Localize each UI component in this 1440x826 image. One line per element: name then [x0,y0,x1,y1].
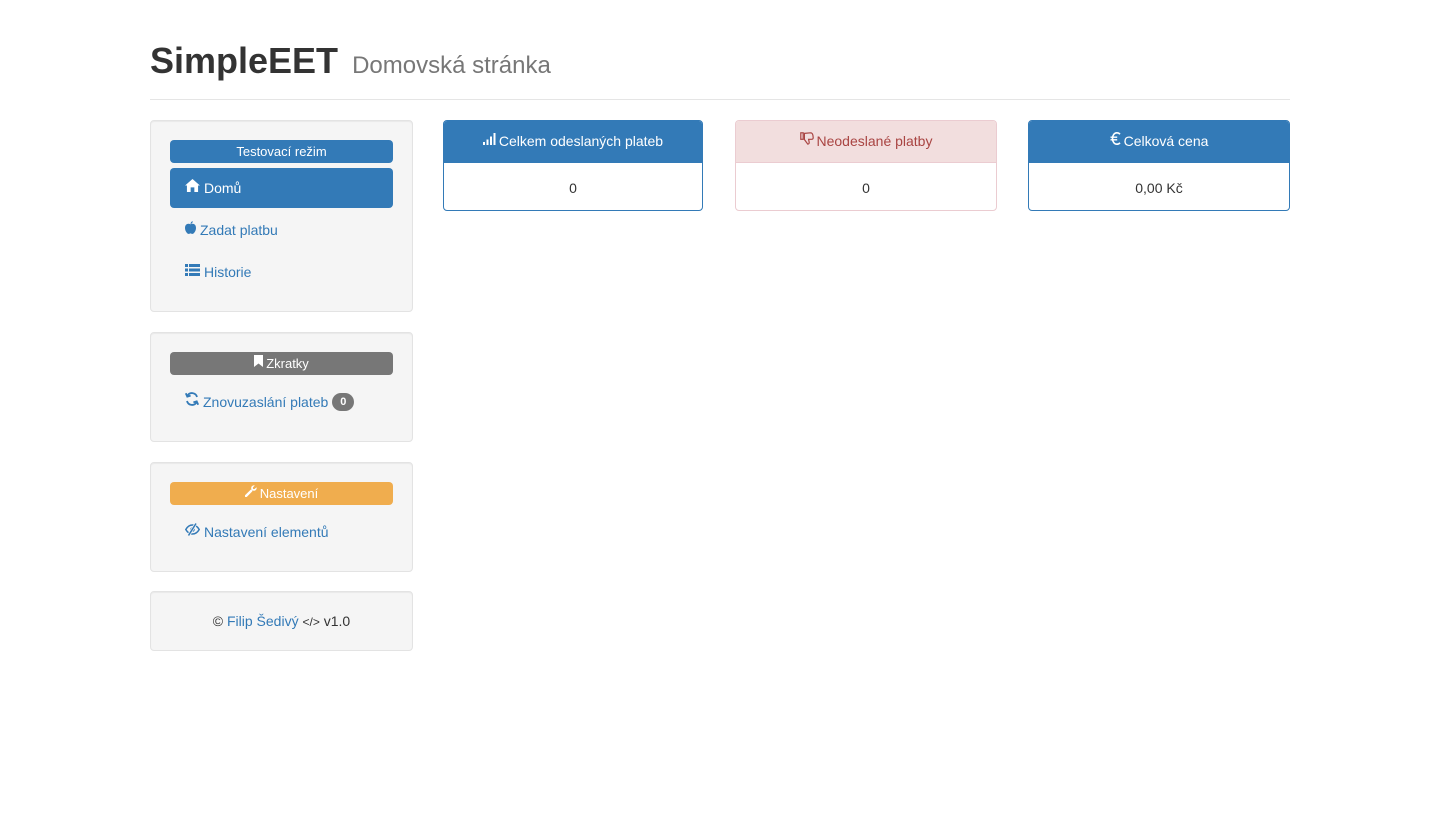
bookmark-icon [254,351,264,374]
nav-item-resend-payments[interactable]: Znovuzaslání plateb 0 [170,382,393,422]
nav-item-element-settings[interactable]: Nastavení elementů [170,512,393,552]
version-text: v1.0 [323,613,351,629]
shortcuts-label: Zkratky [170,352,393,375]
eye-slash-icon [184,511,201,551]
stat-value: 0,00 Kč [1135,180,1183,196]
thumbs-down-icon [799,121,814,161]
nav-panel: Testovací režim Domů Zadat platbu Histor… [150,120,413,312]
stat-panel-heading: Celková cena [1029,121,1289,163]
author-link[interactable]: Filip Šedivý [227,613,299,629]
shortcuts-label-text: Zkratky [266,356,309,371]
nav-item-add-payment-label: Zadat platbu [200,222,278,238]
refresh-icon [184,381,200,421]
list-icon [185,251,200,291]
app-title: SimpleEET [150,40,339,81]
stat-panel-sent-payments: Celkem odeslaných plateb 0 [443,120,703,211]
settings-panel: Nastavení Nastavení elementů [150,462,413,572]
nav-item-resend-label: Znovuzaslání plateb [203,394,329,410]
nav-item-add-payment[interactable]: Zadat platbu [170,210,393,250]
stat-panel-heading: Celkem odeslaných plateb [444,121,702,163]
code-icon: </> [302,615,320,629]
stat-panel-heading: Neodeslané platby [736,121,996,163]
stat-title: Celková cena [1123,133,1209,149]
nav-item-history[interactable]: Historie [170,252,393,292]
stat-panel-unsent-payments: Neodeslané platby 0 [735,120,997,211]
page-header: SimpleEET Domovská stránka [150,38,1290,100]
nav-item-home-label: Domů [204,180,242,196]
page-title: SimpleEET Domovská stránka [150,38,1290,89]
settings-label-text: Nastavení [259,486,319,501]
stat-value: 0 [862,180,870,196]
stat-value: 0 [569,180,577,196]
resend-count-badge: 0 [332,393,355,412]
nav-item-home[interactable]: Domů [170,168,393,208]
settings-label: Nastavení [170,482,393,505]
page-subtitle: Domovská stránka [352,52,551,79]
apple-icon [185,209,196,249]
stat-panel-total-price: Celková cena 0,00 Kč [1028,120,1290,211]
home-icon [185,167,200,207]
footer-panel: © Filip Šedivý </> v1.0 [150,591,413,651]
shortcuts-panel: Zkratky Znovuzaslání plateb 0 [150,332,413,442]
nav-item-element-settings-label: Nastavení elementů [204,524,329,540]
stat-title: Neodeslané platby [816,133,933,149]
euro-icon [1110,121,1121,161]
mode-label: Testovací režim [170,140,393,163]
nav-item-history-label: Historie [204,264,252,280]
signal-icon [482,121,496,161]
copyright-symbol: © [212,613,224,629]
wrench-icon [244,481,257,504]
footer-credits: © Filip Šedivý </> v1.0 [151,592,412,650]
stat-title: Celkem odeslaných plateb [498,133,664,149]
